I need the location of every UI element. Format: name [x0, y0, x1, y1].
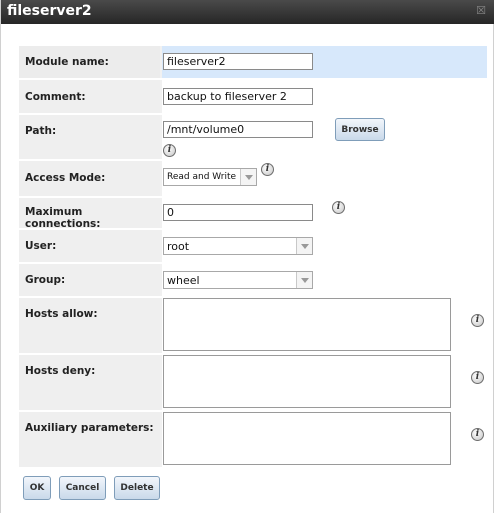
row-user: User: root	[19, 230, 487, 262]
title-bar[interactable]: fileserver2 ☒	[1, 0, 494, 24]
max-connections-label: Maximum connections:	[25, 206, 101, 230]
hosts-deny-textarea[interactable]	[163, 355, 451, 408]
auxiliary-parameters-label: Auxiliary parameters:	[25, 422, 154, 434]
path-input[interactable]: /mnt/volume0	[163, 121, 313, 138]
comment-label: Comment:	[25, 91, 86, 103]
row-path: Path: /mnt/volume0 Browse i	[19, 115, 487, 159]
access-mode-label: Access Mode:	[25, 172, 106, 184]
hosts-allow-info-icon[interactable]: i	[471, 314, 484, 327]
user-value: root	[167, 240, 190, 253]
module-name-input[interactable]: fileserver2	[163, 53, 313, 70]
hosts-allow-label: Hosts allow:	[25, 308, 98, 320]
chevron-down-icon[interactable]	[296, 272, 312, 288]
access-mode-select[interactable]: Read and Write	[163, 168, 257, 186]
hosts-allow-textarea[interactable]	[163, 298, 451, 351]
comment-input[interactable]: backup to fileserver 2	[163, 88, 313, 105]
group-select[interactable]: wheel	[163, 271, 313, 289]
path-label: Path:	[25, 125, 57, 137]
chevron-down-icon[interactable]	[296, 238, 312, 254]
access-mode-info-icon[interactable]: i	[261, 163, 274, 176]
cancel-button[interactable]: Cancel	[59, 476, 106, 500]
max-connections-input[interactable]: 0	[163, 204, 313, 221]
group-label: Group:	[25, 274, 66, 286]
row-max-connections: Maximum connections: 0 i	[19, 198, 487, 230]
access-mode-value: Read and Write	[167, 172, 237, 182]
ok-button[interactable]: OK	[23, 476, 51, 500]
user-label: User:	[25, 240, 57, 252]
module-name-label: Module name:	[25, 56, 109, 68]
hosts-deny-info-icon[interactable]: i	[471, 371, 484, 384]
path-info-icon[interactable]: i	[163, 144, 176, 157]
chevron-down-icon[interactable]	[240, 169, 256, 185]
dialog-title: fileserver2	[7, 3, 92, 19]
row-access-mode: Access Mode: Read and Write i	[19, 161, 487, 196]
dialog-window: fileserver2 ☒ Module name: fileserver2 C…	[0, 0, 494, 513]
row-auxiliary-parameters: Auxiliary parameters: i	[19, 412, 487, 467]
browse-button[interactable]: Browse	[335, 118, 385, 141]
auxiliary-parameters-textarea[interactable]	[163, 412, 451, 465]
close-icon[interactable]: ☒	[475, 5, 487, 17]
user-select[interactable]: root	[163, 237, 313, 255]
hosts-deny-label: Hosts deny:	[25, 365, 96, 377]
row-group: Group: wheel	[19, 264, 487, 296]
row-module-name: Module name: fileserver2	[19, 46, 487, 78]
row-hosts-allow: Hosts allow: i	[19, 298, 487, 353]
row-hosts-deny: Hosts deny: i	[19, 355, 487, 410]
row-comment: Comment: backup to fileserver 2	[19, 80, 487, 113]
max-connections-info-icon[interactable]: i	[332, 201, 345, 214]
auxiliary-parameters-info-icon[interactable]: i	[471, 428, 484, 441]
delete-button[interactable]: Delete	[114, 476, 160, 500]
group-value: wheel	[167, 274, 200, 287]
